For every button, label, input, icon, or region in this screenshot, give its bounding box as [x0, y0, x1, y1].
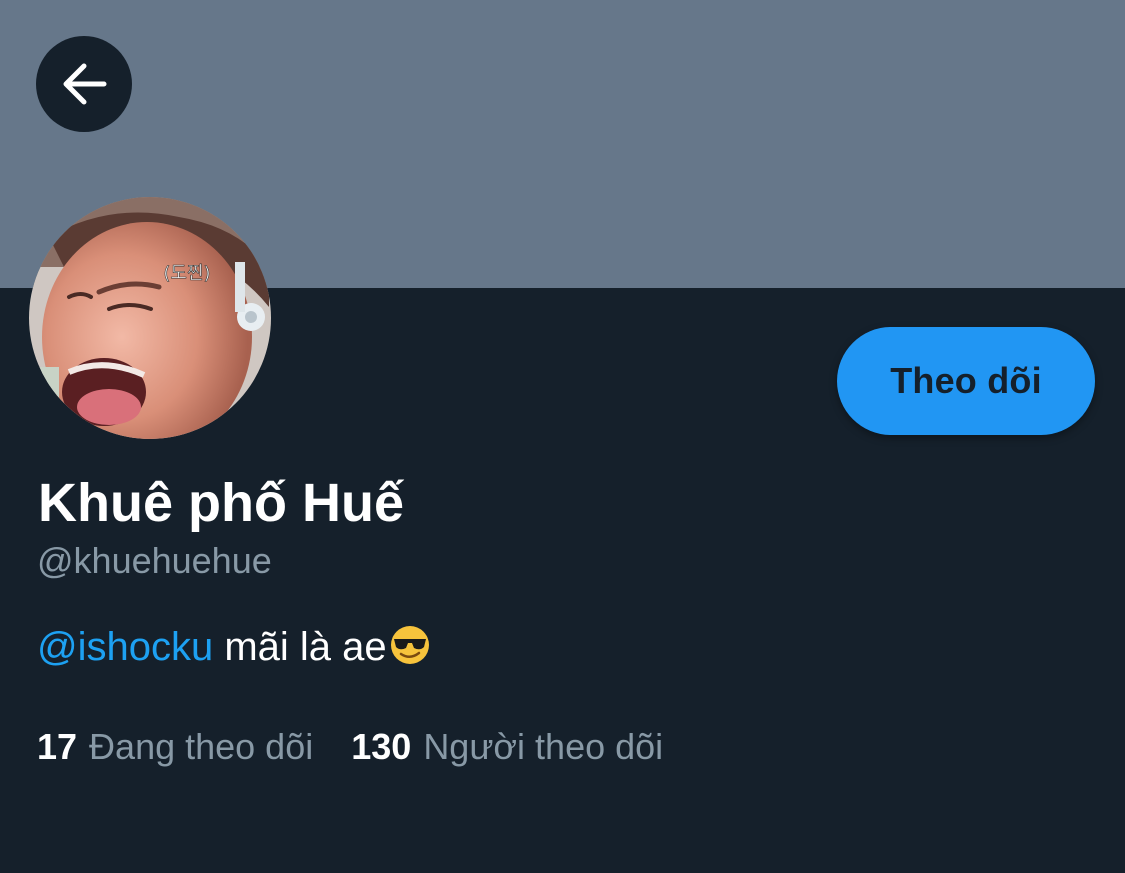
display-name: Khuê phố Huế [38, 473, 404, 533]
profile-bio: @ishocku mãi là ae [37, 621, 431, 679]
arrow-left-icon [63, 63, 107, 105]
avatar-caption: (도찐) [163, 263, 210, 284]
smiling-face-with-sunglasses-icon [389, 624, 431, 679]
followers-count: 130 [351, 726, 412, 767]
following-count: 17 [37, 726, 78, 767]
bio-mention-link[interactable]: @ishocku [37, 625, 213, 669]
profile-handle: @khuehuehue [37, 540, 272, 581]
following-label: Đang theo dõi [89, 726, 314, 767]
avatar[interactable]: (도찐) [29, 197, 271, 439]
profile-stats: 17 Đang theo dõi 130 Người theo dõi [37, 724, 663, 770]
following-stat[interactable]: 17 Đang theo dõi [37, 724, 313, 770]
followers-stat[interactable]: 130 Người theo dõi [351, 724, 663, 770]
followers-label: Người theo dõi [423, 726, 664, 767]
avatar-photo: (도찐) [29, 197, 271, 439]
profile-page: (도찐) Theo dõi Khuê phố Huế @khuehuehue @… [0, 0, 1125, 873]
follow-button-label: Theo dõi [890, 360, 1042, 401]
follow-button[interactable]: Theo dõi [837, 327, 1095, 435]
bio-text: mãi là ae [213, 625, 387, 669]
back-button[interactable] [36, 36, 132, 132]
